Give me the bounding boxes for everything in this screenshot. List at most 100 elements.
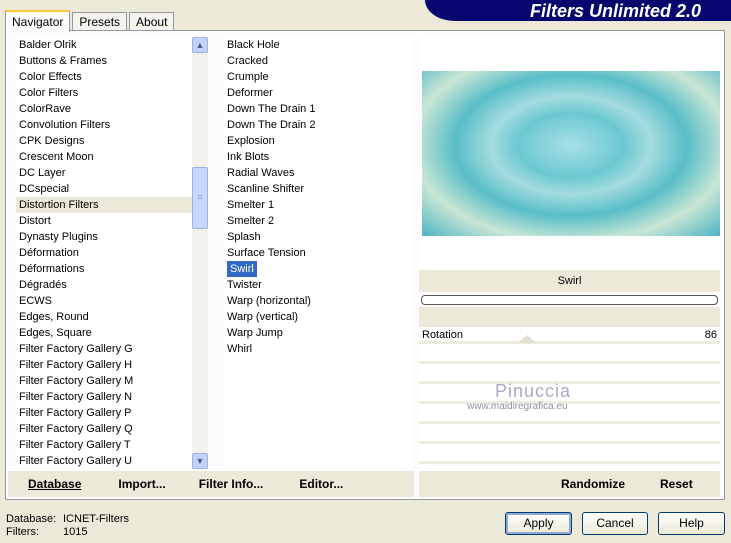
list-item[interactable]: Warp (horizontal): [224, 293, 414, 309]
list-item[interactable]: Splash: [224, 229, 414, 245]
filter-info-button[interactable]: Filter Info...: [199, 477, 264, 491]
list-item[interactable]: Crumple: [224, 69, 414, 85]
help-button[interactable]: Help: [658, 512, 725, 535]
database-button[interactable]: Database: [28, 477, 81, 491]
slider-value: 86: [704, 329, 717, 341]
database-label: Database:: [6, 513, 57, 525]
list-item[interactable]: Convolution Filters: [16, 117, 192, 133]
database-value: ICNET-Filters: [63, 513, 129, 525]
reset-button[interactable]: Reset: [660, 477, 693, 491]
list-item[interactable]: Déformations: [16, 261, 192, 277]
list-item[interactable]: Surface Tension: [224, 245, 414, 261]
list-item[interactable]: Filter Factory Gallery T: [16, 437, 192, 453]
list-item[interactable]: Down The Drain 1: [224, 101, 414, 117]
list-item[interactable]: Down The Drain 2: [224, 117, 414, 133]
list-item[interactable]: Balder Olrik: [16, 37, 192, 53]
tab-navigator[interactable]: Navigator: [5, 10, 71, 32]
list-item-label: Filter Factory Gallery Q: [19, 423, 133, 435]
list-item-label: Dégradés: [19, 279, 67, 291]
list-item[interactable]: Crescent Moon: [16, 149, 192, 165]
list-item-label: Filter Factory Gallery H: [19, 359, 133, 371]
list-item[interactable]: Distort: [16, 213, 192, 229]
list-item-label: Color Filters: [19, 87, 79, 99]
list-item[interactable]: Smelter 1: [224, 197, 414, 213]
list-item[interactable]: Swirl: [224, 261, 414, 277]
list-item[interactable]: Warp Jump: [224, 325, 414, 341]
list-item[interactable]: Edges, Round: [16, 309, 192, 325]
category-scrollbar[interactable]: ▲ ≡ ▼: [192, 37, 208, 469]
list-item[interactable]: CPK Designs: [16, 133, 192, 149]
list-item[interactable]: Dégradés: [16, 277, 192, 293]
filters-count: 1015: [63, 526, 88, 538]
list-item-label: Surface Tension: [227, 247, 306, 259]
list-item-label: Down The Drain 1: [227, 103, 316, 115]
list-item[interactable]: Distortion Filters: [16, 197, 192, 213]
tab-about[interactable]: About: [129, 12, 175, 31]
list-item-label: Down The Drain 2: [227, 119, 316, 131]
cancel-button[interactable]: Cancel: [582, 512, 648, 535]
list-item-label: Convolution Filters: [19, 119, 111, 131]
list-item[interactable]: Filter Factory Gallery M: [16, 373, 192, 389]
list-item[interactable]: Smelter 2: [224, 213, 414, 229]
randomize-button[interactable]: Randomize: [561, 477, 625, 491]
category-list[interactable]: Balder Olrik Buttons & Frames Color Effect…: [16, 37, 192, 469]
import-button[interactable]: Import...: [118, 477, 165, 491]
list-item[interactable]: Radial Waves: [224, 165, 414, 181]
list-item[interactable]: Twister: [224, 277, 414, 293]
list-item[interactable]: Filter Factory Gallery G: [16, 341, 192, 357]
list-item[interactable]: Deformer: [224, 85, 414, 101]
list-item[interactable]: Color Filters: [16, 85, 192, 101]
list-item[interactable]: DC Layer: [16, 165, 192, 181]
list-item[interactable]: Filter Factory Gallery Q: [16, 421, 192, 437]
list-item-label: Cracked: [227, 55, 268, 67]
tab-bar: Navigator Presets About: [5, 10, 176, 32]
list-item[interactable]: Edges, Square: [16, 325, 192, 341]
scroll-thumb[interactable]: ≡: [192, 167, 208, 229]
list-item[interactable]: Déformation: [16, 245, 192, 261]
list-item[interactable]: Buttons & Frames: [16, 53, 192, 69]
list-item-label: DC Layer: [19, 167, 66, 179]
list-item[interactable]: Explosion: [224, 133, 414, 149]
filter-name-label: Swirl: [419, 270, 720, 292]
list-item-label: Dynasty Plugins: [19, 231, 98, 243]
filter-list[interactable]: Black Hole Cracked Crumple Deformer Down The…: [224, 37, 414, 469]
slider-rotation[interactable]: Rotation 86: [419, 327, 720, 344]
list-item-label: Crumple: [227, 71, 269, 83]
editor-button[interactable]: Editor...: [299, 477, 343, 491]
list-item-label: Déformations: [19, 263, 85, 275]
list-item[interactable]: ECWS: [16, 293, 192, 309]
list-item-label: Explosion: [227, 135, 275, 147]
list-item-label: Swirl: [227, 261, 257, 277]
list-item[interactable]: Filter Factory Gallery P: [16, 405, 192, 421]
list-item-label: Balder Olrik: [19, 39, 77, 51]
preview-image: [422, 71, 720, 236]
slider-thumb[interactable]: [518, 335, 537, 343]
list-item[interactable]: Filter Factory Gallery H: [16, 357, 192, 373]
list-item[interactable]: Warp (vertical): [224, 309, 414, 325]
separator: [419, 307, 720, 327]
scroll-up-button[interactable]: ▲: [192, 37, 208, 53]
list-item-label: Buttons & Frames: [19, 55, 108, 67]
list-item-label: Warp Jump: [227, 327, 283, 339]
list-item[interactable]: Color Effects: [16, 69, 192, 85]
list-item-label: Radial Waves: [227, 167, 295, 179]
list-item-label: Filter Factory Gallery N: [19, 391, 133, 403]
slider-empty: [419, 447, 720, 464]
list-item[interactable]: Scanline Shifter: [224, 181, 414, 197]
list-item[interactable]: Cracked: [224, 53, 414, 69]
watermark-name: Pinuccia: [495, 381, 572, 401]
list-item[interactable]: Filter Factory Gallery N: [16, 389, 192, 405]
apply-button[interactable]: Apply: [505, 512, 572, 535]
list-item[interactable]: Filter Factory Gallery U: [16, 453, 192, 469]
list-item-label: Edges, Square: [19, 327, 92, 339]
list-item[interactable]: ColorRave: [16, 101, 192, 117]
list-item[interactable]: Ink Blots: [224, 149, 414, 165]
list-item[interactable]: DCspecial: [16, 181, 192, 197]
list-item[interactable]: Dynasty Plugins: [16, 229, 192, 245]
list-item-label: Filter Factory Gallery U: [19, 455, 133, 467]
list-item[interactable]: Black Hole: [224, 37, 414, 53]
list-item[interactable]: Whirl: [224, 341, 414, 357]
scroll-down-button[interactable]: ▼: [192, 453, 208, 469]
list-item-label: Distort: [19, 215, 51, 227]
tab-presets[interactable]: Presets: [72, 12, 128, 31]
